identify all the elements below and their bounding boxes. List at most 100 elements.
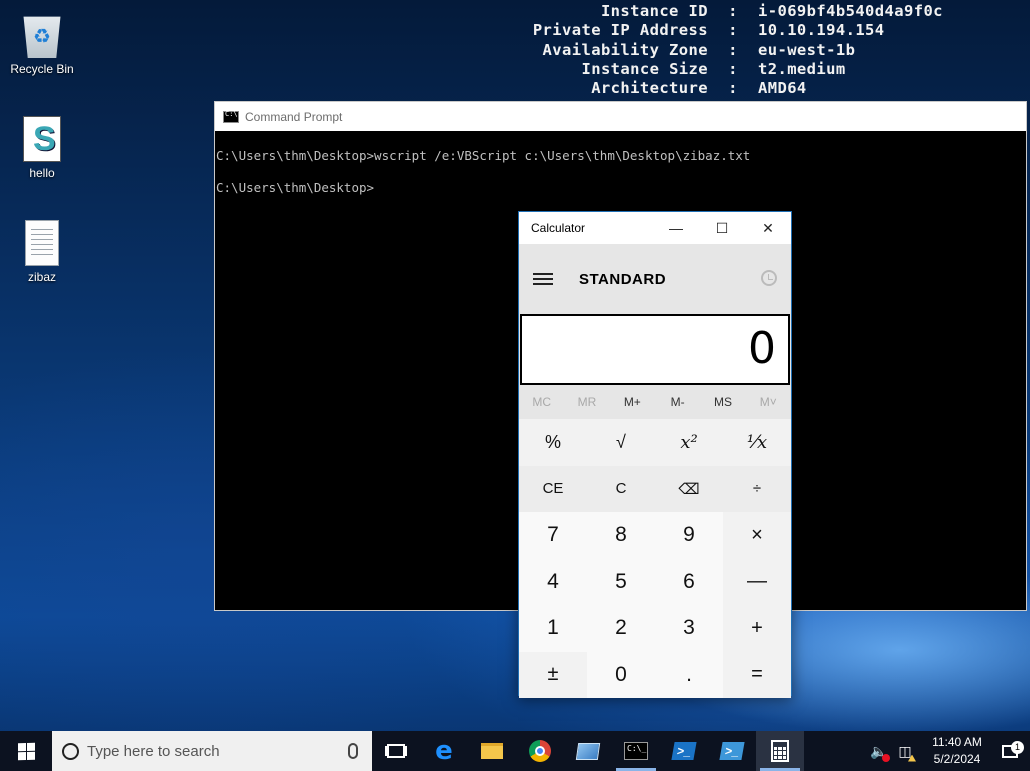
decimal-button[interactable]: . (655, 651, 723, 698)
memory-row: MC MR M+ M- MS M˅ (519, 385, 791, 419)
bginfo-row: Instance ID: i-069bf4b540d4a9f0c (516, 2, 943, 21)
memory-list-button[interactable]: M˅ (746, 395, 791, 409)
digit-5-button[interactable]: 5 (587, 558, 655, 605)
square-button[interactable]: x² (655, 419, 723, 466)
bginfo-value: t2.medium (758, 59, 846, 78)
microphone-icon[interactable] (348, 743, 358, 759)
taskbar-server-manager[interactable] (564, 731, 612, 771)
digit-9-button[interactable]: 9 (655, 512, 723, 559)
digit-4-button[interactable]: 4 (519, 558, 587, 605)
digit-8-button[interactable]: 8 (587, 512, 655, 559)
taskbar-powershell[interactable]: >_ (660, 731, 708, 771)
bginfo-row: Availability Zone: eu-west-1b (516, 41, 943, 60)
vbscript-file-icon (23, 116, 61, 162)
equals-button[interactable]: = (723, 651, 791, 698)
memory-store-button[interactable]: MS (700, 395, 745, 409)
minimize-button[interactable]: — (653, 212, 699, 244)
percent-button[interactable]: % (519, 419, 587, 466)
multiply-button[interactable]: × (723, 512, 791, 559)
subtract-button[interactable]: — (723, 558, 791, 605)
clear-entry-button[interactable]: CE (519, 465, 587, 512)
bginfo-value: eu-west-1b (758, 40, 856, 59)
cmd-console[interactable]: C:\Users\thm\Desktop>wscript /e:VBScript… (215, 131, 1026, 212)
bginfo-row: Architecture: AMD64 (516, 79, 943, 98)
clock-time: 11:40 AM (932, 735, 982, 749)
console-line: C:\Users\thm\Desktop>wscript /e:VBScript… (216, 148, 751, 163)
memory-clear-button[interactable]: MC (519, 395, 564, 409)
task-view-button[interactable] (372, 731, 420, 771)
taskbar-powershell-ise[interactable]: >_ (708, 731, 756, 771)
windows-logo-icon (17, 742, 35, 760)
action-center-button[interactable]: 1 (990, 740, 1030, 758)
memory-subtract-button[interactable]: M- (655, 395, 700, 409)
taskbar-edge[interactable]: e (420, 731, 468, 771)
calculator-window[interactable]: Calculator — ☐ ✕ STANDARD 0 MC MR M+ M- … (518, 211, 792, 698)
add-button[interactable]: + (723, 605, 791, 652)
taskbar-search-box[interactable]: Type here to search (52, 731, 372, 771)
taskbar-file-explorer[interactable] (468, 731, 516, 771)
clear-button[interactable]: C (587, 465, 655, 512)
bginfo-key: Instance Size (581, 59, 708, 78)
hamburger-menu-icon[interactable] (533, 270, 553, 288)
system-tray: 🔈 ◫ 11:40 AM 5/2/2024 1 (866, 731, 1030, 771)
start-button[interactable] (0, 731, 52, 771)
memory-recall-button[interactable]: MR (564, 395, 609, 409)
digit-6-button[interactable]: 6 (655, 558, 723, 605)
bginfo-row: Instance Size: t2.medium (516, 60, 943, 79)
taskbar-chrome[interactable] (516, 731, 564, 771)
command-prompt-icon: C:\_ (624, 742, 648, 760)
bginfo-key: Instance ID (600, 2, 708, 20)
calculator-icon (771, 740, 789, 762)
console-prompt-line: C:\Users\thm\Desktop> (216, 180, 375, 195)
history-icon[interactable] (761, 270, 777, 286)
negate-button[interactable]: ± (519, 651, 587, 698)
powershell-ise-icon: >_ (719, 742, 745, 760)
desktop-icon-label: hello (29, 166, 55, 180)
clock[interactable]: 11:40 AM 5/2/2024 (924, 734, 990, 768)
notification-count: 1 (1011, 740, 1024, 754)
taskbar-calculator[interactable] (756, 731, 804, 771)
digit-0-button[interactable]: 0 (587, 651, 655, 698)
square-root-button[interactable]: √ (587, 419, 655, 466)
divide-button[interactable]: ÷ (723, 465, 791, 512)
bginfo-value: i-069bf4b540d4a9f0c (758, 2, 943, 20)
memory-add-button[interactable]: M+ (610, 395, 655, 409)
desktop-icon-recycle-bin[interactable]: Recycle Bin (2, 12, 82, 76)
edge-icon: e (435, 736, 453, 766)
powershell-icon: >_ (671, 742, 697, 760)
chrome-icon (529, 740, 551, 762)
calculator-header: STANDARD (519, 244, 791, 314)
desktop-icon-label: Recycle Bin (10, 62, 74, 76)
clock-date: 5/2/2024 (933, 752, 981, 766)
close-button[interactable]: ✕ (745, 212, 791, 244)
cortana-icon (62, 742, 79, 760)
network-warning-icon[interactable]: ◫ (892, 743, 918, 762)
text-file-icon (25, 220, 59, 266)
cmd-title: Command Prompt (245, 109, 343, 124)
desktop-icon-zibaz[interactable]: zibaz (2, 220, 82, 284)
desktop-icon-hello[interactable]: hello (2, 116, 82, 180)
taskbar: Type here to search e C:\_ >_ >_ 🔈 ◫ 11:… (0, 731, 1030, 771)
backspace-button[interactable]: ⌫ (655, 465, 723, 512)
reciprocal-button[interactable]: ¹⁄x (723, 419, 791, 466)
bginfo-key: Architecture (591, 79, 708, 98)
digit-2-button[interactable]: 2 (587, 605, 655, 652)
taskbar-command-prompt[interactable]: C:\_ (612, 731, 660, 771)
recycle-bin-icon (23, 16, 61, 58)
calculator-mode: STANDARD (579, 270, 667, 288)
calculator-keypad: % √ x² ¹⁄x CE C ⌫ ÷ 7 8 9 × 4 5 6 — 1 2 … (519, 419, 791, 698)
calculator-display: 0 (520, 314, 790, 385)
maximize-button[interactable]: ☐ (699, 212, 745, 244)
server-manager-icon (575, 742, 601, 760)
digit-7-button[interactable]: 7 (519, 512, 587, 559)
bginfo-value: AMD64 (758, 79, 807, 98)
digit-3-button[interactable]: 3 (655, 605, 723, 652)
cmd-titlebar[interactable]: Command Prompt (215, 102, 1026, 131)
calculator-titlebar[interactable]: Calculator — ☐ ✕ (519, 212, 791, 244)
calculator-title: Calculator (531, 221, 586, 235)
volume-muted-icon[interactable]: 🔈 (866, 743, 892, 762)
file-explorer-icon (481, 743, 503, 759)
cmd-app-icon (223, 110, 239, 123)
bginfo-key: Availability Zone (542, 40, 708, 59)
digit-1-button[interactable]: 1 (519, 605, 587, 652)
